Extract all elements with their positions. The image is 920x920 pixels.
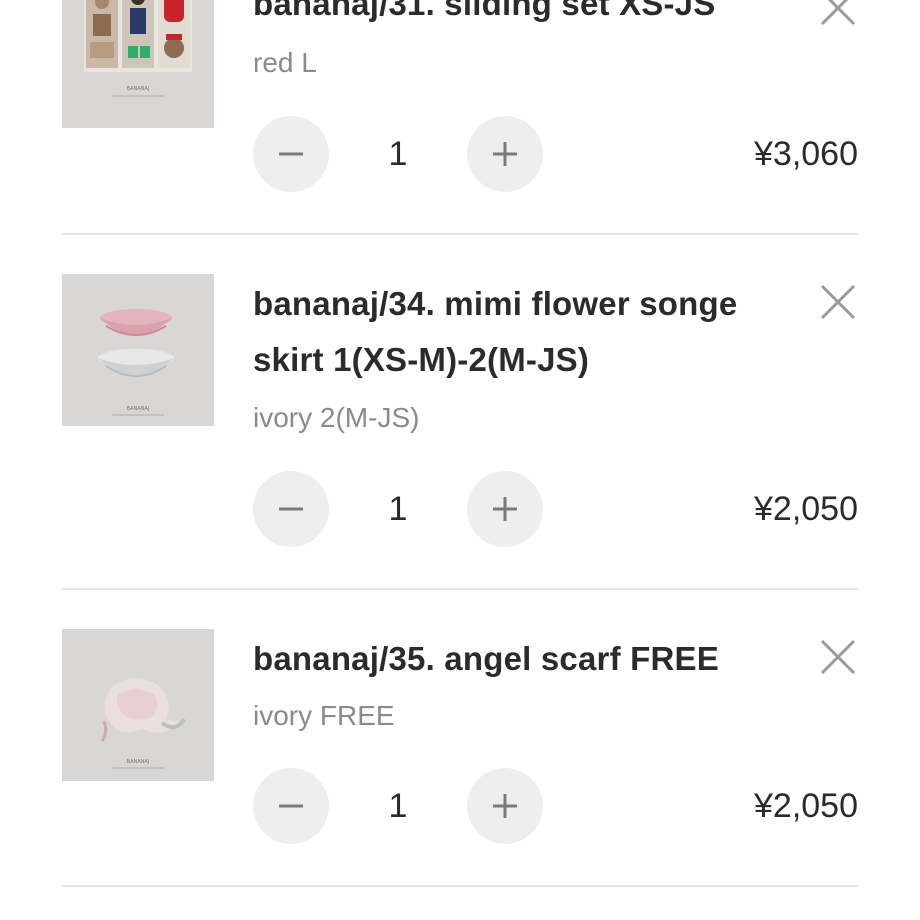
decrease-quantity-button[interactable]	[253, 116, 329, 192]
cart-item: BANANAJ bananaj/35. angel scarf FREE ivo…	[62, 629, 858, 859]
item-price: ¥3,060	[754, 135, 858, 173]
product-title[interactable]: bananaj/31. sliding set XS-JS	[253, 0, 773, 32]
product-title[interactable]: bananaj/35. angel scarf FREE	[253, 631, 773, 687]
plus-icon	[493, 794, 517, 818]
remove-item-button[interactable]	[818, 0, 858, 28]
product-title[interactable]: bananaj/34. mimi flower songe skirt 1(XS…	[253, 276, 773, 388]
product-photo-scarf-icon: BANANAJ	[62, 629, 214, 781]
thumb-caption: BANANAJ	[127, 86, 150, 92]
product-thumbnail[interactable]: BANANAJ	[62, 274, 214, 426]
product-thumbnail[interactable]: BANANAJ	[62, 629, 214, 781]
item-price: ¥2,050	[754, 490, 858, 528]
plus-icon	[493, 497, 517, 521]
product-photo-outfits-icon: BANANAJ	[62, 0, 214, 128]
close-icon	[820, 284, 856, 320]
quantity-value: 1	[388, 787, 408, 825]
increase-quantity-button[interactable]	[467, 768, 543, 844]
divider	[62, 233, 858, 235]
remove-item-button[interactable]	[818, 282, 858, 322]
divider	[62, 885, 858, 887]
thumb-caption: BANANAJ	[127, 759, 150, 765]
cart-item: BANANAJ bananaj/34. mimi flower songe sk…	[62, 274, 858, 554]
increase-quantity-button[interactable]	[467, 116, 543, 192]
close-icon	[820, 0, 856, 26]
divider	[62, 588, 858, 590]
product-title-text[interactable]: bananaj/31. sliding set XS-JS	[253, 0, 715, 22]
remove-item-button[interactable]	[818, 637, 858, 677]
item-price: ¥2,050	[754, 787, 858, 825]
minus-icon	[279, 152, 303, 156]
product-photo-skirts-icon: BANANAJ	[62, 274, 214, 426]
cart-item: BANANAJ bananaj/31. sliding set XS-JS re…	[62, 0, 858, 216]
product-title-text[interactable]: bananaj/34. mimi flower songe skirt 1(XS…	[253, 285, 737, 378]
close-icon	[820, 639, 856, 675]
increase-quantity-button[interactable]	[467, 471, 543, 547]
cart-page: BANANAJ bananaj/31. sliding set XS-JS re…	[0, 0, 920, 920]
decrease-quantity-button[interactable]	[253, 471, 329, 547]
quantity-value: 1	[388, 490, 408, 528]
quantity-value: 1	[388, 135, 408, 173]
minus-icon	[279, 804, 303, 808]
minus-icon	[279, 507, 303, 511]
decrease-quantity-button[interactable]	[253, 768, 329, 844]
thumb-caption: BANANAJ	[127, 406, 150, 412]
product-variant: red L	[253, 47, 317, 78]
product-variant: ivory FREE	[253, 700, 395, 731]
plus-icon	[493, 142, 517, 166]
product-variant: ivory 2(M-JS)	[253, 402, 420, 433]
product-thumbnail[interactable]: BANANAJ	[62, 0, 214, 128]
product-title-text[interactable]: bananaj/35. angel scarf FREE	[253, 640, 719, 677]
